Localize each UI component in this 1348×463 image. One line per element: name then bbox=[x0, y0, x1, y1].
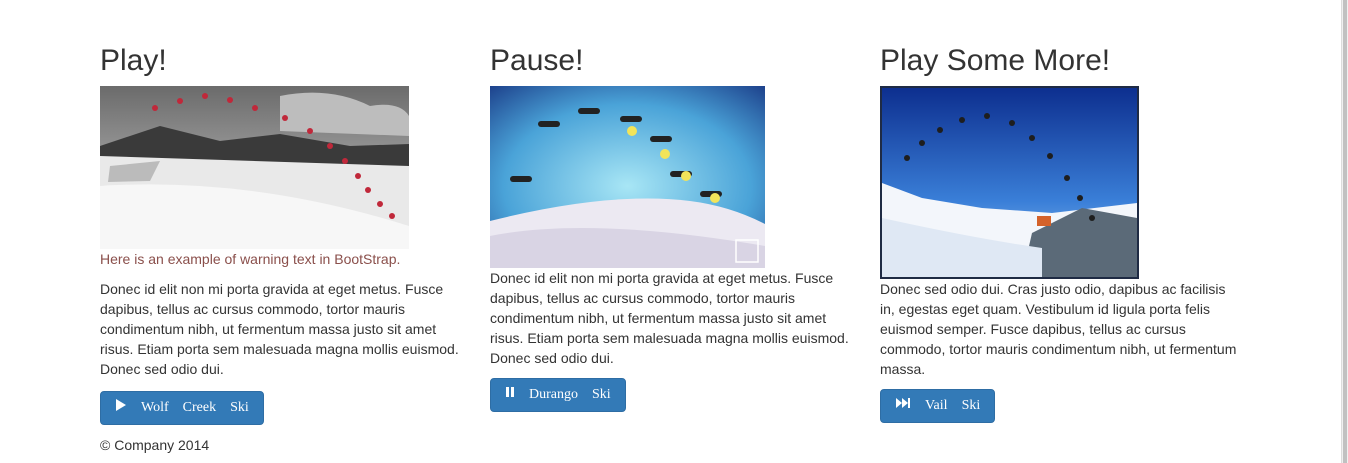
warning-text: Here is an example of warning text in Bo… bbox=[100, 251, 401, 267]
column-heading: Play Some More! bbox=[880, 44, 1111, 77]
column-heading: Play! bbox=[100, 44, 167, 77]
column-body-text: Donec id elit non mi porta gravida at eg… bbox=[100, 281, 459, 377]
button-word: Ski bbox=[230, 400, 249, 415]
button-word: Ski bbox=[961, 398, 981, 413]
snowboard-photo-vail bbox=[880, 86, 1139, 279]
button-word: Ski bbox=[592, 387, 611, 402]
fast-forward-icon bbox=[895, 396, 911, 416]
button-word: Vail bbox=[925, 398, 948, 413]
footer-copyright: © Company 2014 bbox=[100, 437, 210, 453]
scrollbar-thumb[interactable] bbox=[1343, 0, 1347, 463]
pause-icon bbox=[505, 385, 515, 405]
column-play-some-more: Play Some More! Donec sed odio dui. Cras… bbox=[880, 40, 1240, 423]
play-icon bbox=[115, 398, 127, 419]
button-word: Creek bbox=[182, 400, 217, 415]
scrollbar[interactable] bbox=[1341, 0, 1348, 463]
snowboard-photo-bw bbox=[100, 86, 409, 249]
column-body-text: Donec sed odio dui. Cras justo odio, dap… bbox=[880, 281, 1237, 377]
button-word: Wolf bbox=[141, 400, 169, 415]
durango-ski-button[interactable]: Durango Ski bbox=[490, 378, 626, 412]
vail-ski-button[interactable]: Vail Ski bbox=[880, 389, 996, 423]
wolf-creek-ski-button[interactable]: Wolf Creek Ski bbox=[100, 391, 264, 425]
column-pause: Pause! Donec id elit non mi porta gravid… bbox=[490, 40, 850, 412]
column-body-text: Donec id elit non mi porta gravida at eg… bbox=[490, 270, 849, 366]
column-heading: Pause! bbox=[490, 44, 584, 77]
column-play: Play! Here is an example of warning text… bbox=[100, 40, 460, 425]
snowboard-photo-blue bbox=[490, 86, 765, 268]
button-word: Durango bbox=[529, 387, 578, 402]
